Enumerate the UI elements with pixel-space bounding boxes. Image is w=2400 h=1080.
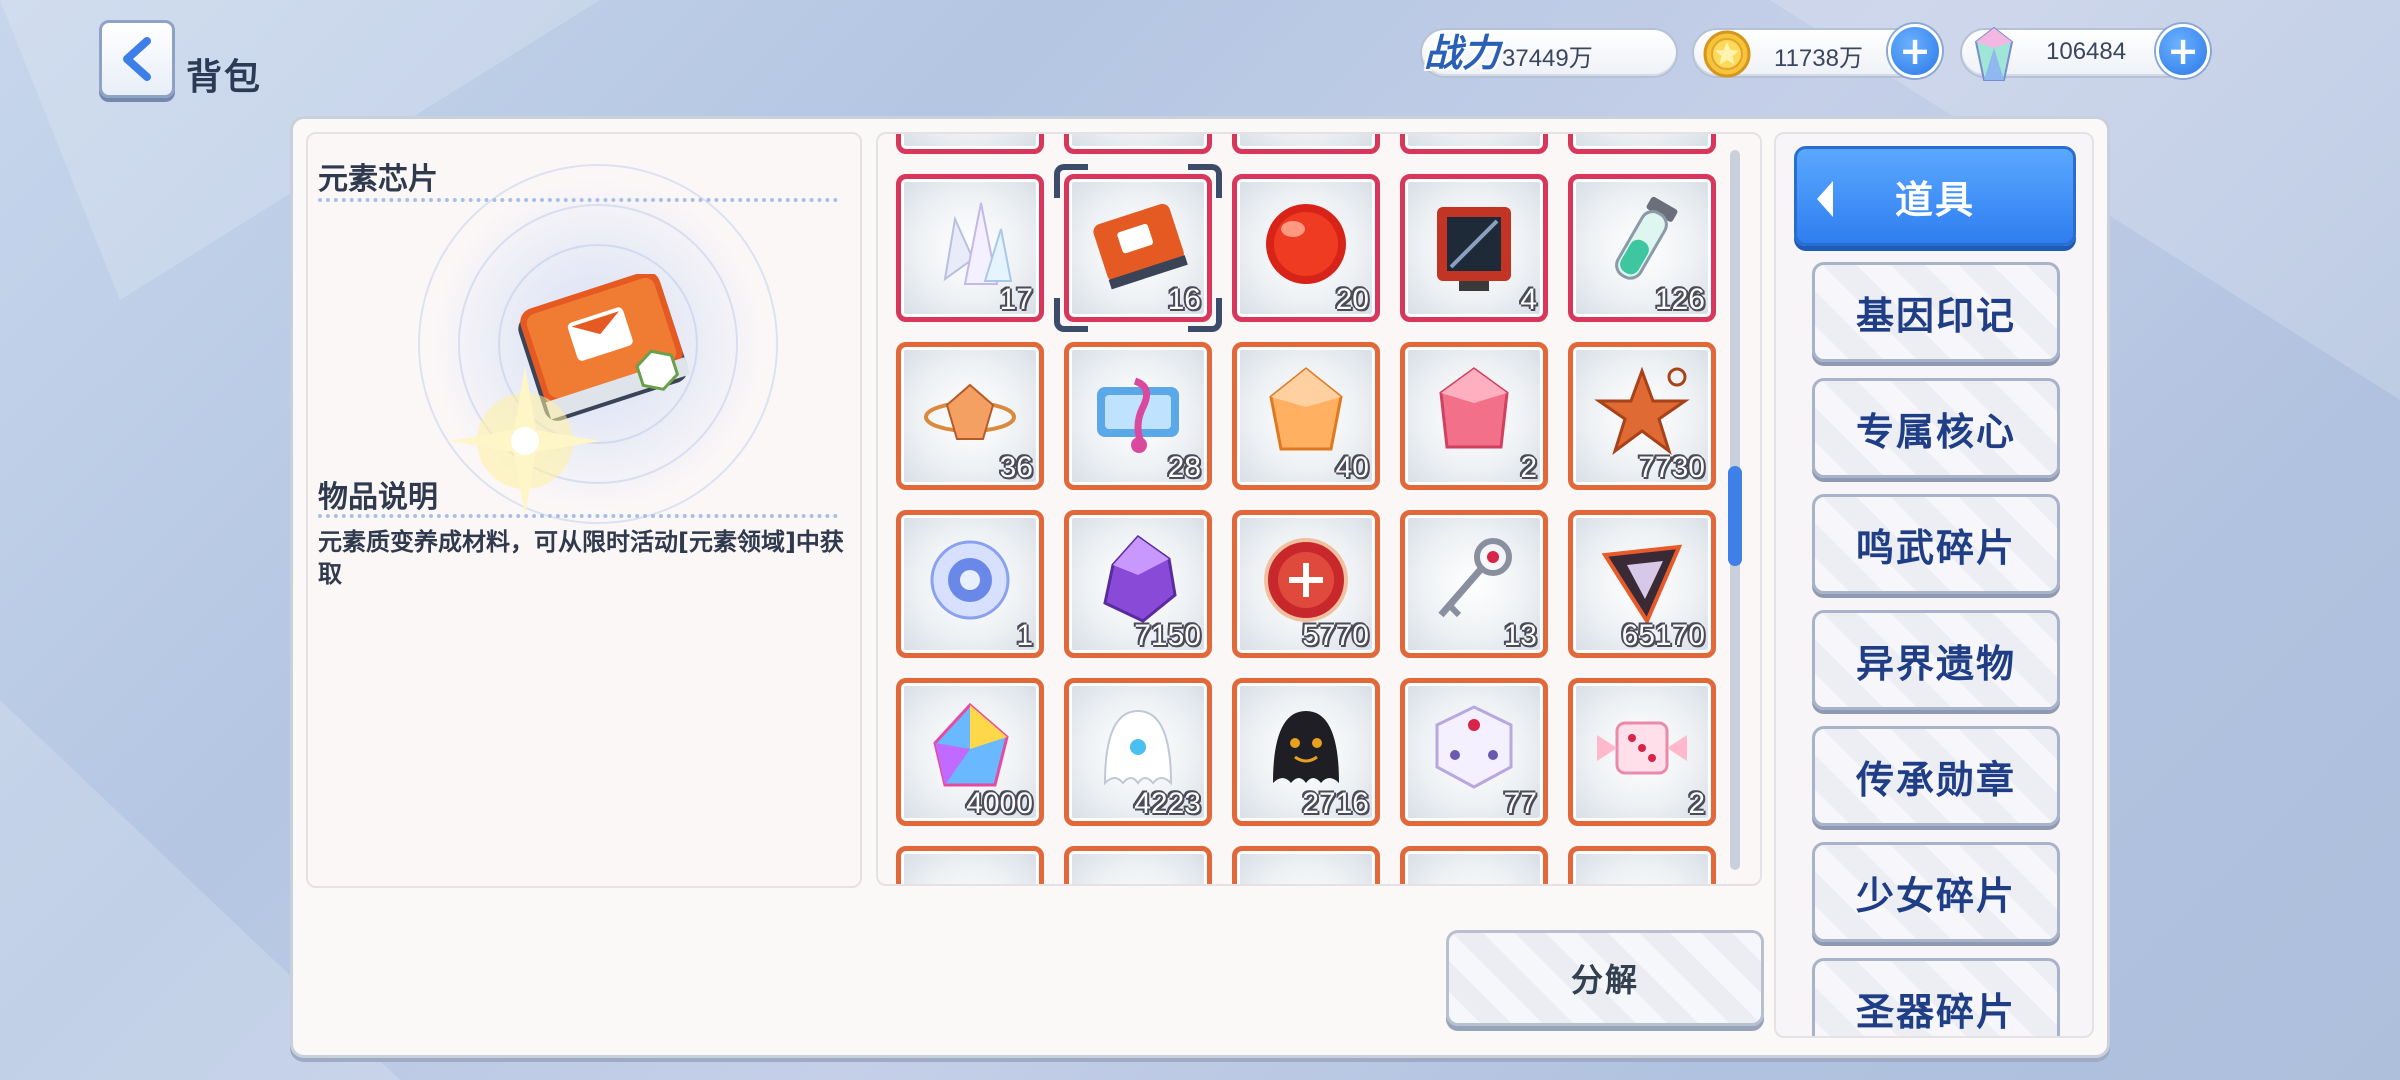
- item-quantity: 4: [1520, 283, 1537, 316]
- item-grid-panel: 17 16 20 4 126 36 28 40 2 7730 1 7150 5770 13 65170 400…: [876, 132, 1762, 886]
- page-title: 背包: [186, 57, 263, 98]
- item-quantity: 2: [1520, 451, 1537, 484]
- item-slot[interactable]: 4: [1400, 174, 1548, 322]
- item-quantity: 36: [999, 451, 1033, 484]
- gold-coin-icon: [1703, 30, 1751, 78]
- description-heading: 物品说明: [318, 480, 438, 515]
- selection-corner: [1054, 164, 1088, 198]
- item-quantity: 13: [1503, 619, 1537, 652]
- item-slot[interactable]: 20: [1232, 174, 1380, 322]
- item-slot-partial[interactable]: [1232, 134, 1380, 154]
- item-slot[interactable]: 13: [1400, 510, 1548, 658]
- item-description: 元素质变养成材料，可从限时活动[元素领域]中获取: [318, 528, 844, 588]
- item-slot[interactable]: 126: [1568, 174, 1716, 322]
- item-slot[interactable]: 2716: [1232, 678, 1380, 826]
- gem-value: 106484: [2046, 38, 2127, 65]
- item-slot[interactable]: 40: [1232, 342, 1380, 490]
- item-slot[interactable]: 65170: [1568, 510, 1716, 658]
- item-slot[interactable]: 4223: [1064, 678, 1212, 826]
- tab-label: 圣器碎片: [1855, 989, 2016, 1034]
- item-name: 元素芯片: [318, 162, 438, 197]
- tab-arrow-icon: [1817, 181, 1833, 217]
- blue-swirl-icon: [930, 540, 1010, 620]
- item-slot[interactable]: 1: [896, 510, 1044, 658]
- item-quantity: 4223: [1134, 787, 1201, 820]
- selection-corner: [1188, 164, 1222, 198]
- candy-dice-icon: [1597, 721, 1687, 775]
- item-slot[interactable]: 77: [1400, 678, 1548, 826]
- divider: [318, 514, 838, 518]
- item-quantity: 1: [1016, 619, 1033, 652]
- tab-category-3[interactable]: 鸣武碎片: [1812, 494, 2060, 594]
- divider: [318, 198, 838, 202]
- decompose-button[interactable]: 分解: [1446, 930, 1764, 1026]
- tab-label: 专属核心: [1855, 409, 2016, 454]
- item-slot-partial[interactable]: [1568, 134, 1716, 154]
- tab-label: 道具: [1894, 177, 1975, 222]
- item-quantity: 7730: [1638, 451, 1705, 484]
- item-quantity: 17: [999, 283, 1033, 316]
- item-slot-partial[interactable]: [1400, 134, 1548, 154]
- tab-category-6[interactable]: 少女碎片: [1812, 842, 2060, 942]
- back-button[interactable]: [99, 20, 175, 98]
- tab-category-7[interactable]: 圣器碎片: [1812, 958, 2060, 1036]
- item-quantity: 20: [1335, 283, 1369, 316]
- category-tabs: 道具基因印记专属核心鸣武碎片异界遗物传承勋章少女碎片圣器碎片: [1774, 132, 2094, 1038]
- add-gem-button[interactable]: +: [2156, 24, 2210, 78]
- item-slot-partial[interactable]: [1232, 846, 1380, 884]
- tab-label: 异界遗物: [1855, 641, 2016, 686]
- item-quantity: 77: [1503, 787, 1537, 820]
- chevron-left-icon: [123, 37, 151, 81]
- item-slot-partial[interactable]: [896, 134, 1044, 154]
- item-slot[interactable]: 7730: [1568, 342, 1716, 490]
- circuit-board-icon: [1437, 207, 1511, 291]
- item-detail-panel: 元素芯片 物品说明 元素质变养成材料，可从限时活动[元素领域]中获取: [306, 132, 862, 888]
- power-value: 37449万: [1502, 45, 1593, 72]
- item-slot-partial[interactable]: [1064, 134, 1212, 154]
- item-slot[interactable]: 28: [1064, 342, 1212, 490]
- scrollbar-thumb[interactable]: [1728, 466, 1742, 566]
- power-label: 战力: [1424, 31, 1501, 75]
- item-slot[interactable]: 5770: [1232, 510, 1380, 658]
- item-slot[interactable]: 2: [1568, 678, 1716, 826]
- add-gold-button[interactable]: +: [1888, 24, 1942, 78]
- item-quantity: 65170: [1621, 619, 1705, 652]
- item-slot[interactable]: 36: [896, 342, 1044, 490]
- tab-label: 鸣武碎片: [1855, 525, 2016, 570]
- item-quantity: 2716: [1302, 787, 1369, 820]
- gold-value: 11738万: [1774, 45, 1863, 72]
- tab-label: 少女碎片: [1855, 873, 2016, 918]
- selection-corner: [1054, 298, 1088, 332]
- item-quantity: 4000: [966, 787, 1033, 820]
- gem-icon: [1974, 26, 2014, 81]
- item-slot-partial[interactable]: [1400, 846, 1548, 884]
- item-quantity: 2: [1688, 787, 1705, 820]
- item-quantity: 40: [1335, 451, 1369, 484]
- item-slot[interactable]: 17: [896, 174, 1044, 322]
- tab-category-5[interactable]: 传承勋章: [1812, 726, 2060, 826]
- tab-label: 基因印记: [1855, 293, 2016, 338]
- tab-label: 传承勋章: [1855, 757, 2016, 802]
- selection-corner: [1188, 298, 1222, 332]
- item-slot[interactable]: 4000: [896, 678, 1044, 826]
- item-quantity: 7150: [1134, 619, 1201, 652]
- item-slot[interactable]: 7150: [1064, 510, 1212, 658]
- item-quantity: 28: [1167, 451, 1201, 484]
- item-slot-partial[interactable]: [1568, 846, 1716, 884]
- tab-items[interactable]: 道具: [1794, 146, 2076, 246]
- tab-category-4[interactable]: 异界遗物: [1812, 610, 2060, 710]
- item-quantity: 126: [1654, 283, 1705, 316]
- item-slot-partial[interactable]: [896, 846, 1044, 884]
- tab-category-1[interactable]: 基因印记: [1812, 262, 2060, 362]
- item-slot[interactable]: 2: [1400, 342, 1548, 490]
- item-quantity: 5770: [1302, 619, 1369, 652]
- item-slot-partial[interactable]: [1064, 846, 1212, 884]
- pink-gem-icon: [1439, 367, 1509, 449]
- sparkle-icon: [450, 366, 600, 516]
- tab-category-2[interactable]: 专属核心: [1812, 378, 2060, 478]
